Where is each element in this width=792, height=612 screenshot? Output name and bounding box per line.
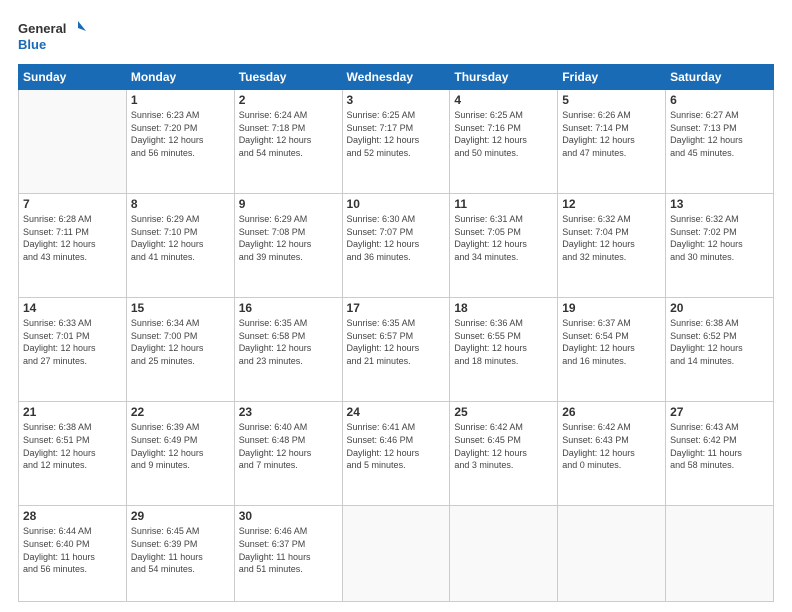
calendar-day: 17Sunrise: 6:35 AM Sunset: 6:57 PM Dayli… <box>342 298 450 402</box>
calendar-day: 2Sunrise: 6:24 AM Sunset: 7:18 PM Daylig… <box>234 90 342 194</box>
calendar-day: 10Sunrise: 6:30 AM Sunset: 7:07 PM Dayli… <box>342 194 450 298</box>
calendar-day: 24Sunrise: 6:41 AM Sunset: 6:46 PM Dayli… <box>342 402 450 506</box>
svg-text:General: General <box>18 21 66 36</box>
weekday-header: Friday <box>558 65 666 90</box>
empty-day <box>19 90 127 194</box>
weekday-header: Sunday <box>19 65 127 90</box>
calendar-day: 28Sunrise: 6:44 AM Sunset: 6:40 PM Dayli… <box>19 506 127 602</box>
calendar-day: 30Sunrise: 6:46 AM Sunset: 6:37 PM Dayli… <box>234 506 342 602</box>
calendar-day: 7Sunrise: 6:28 AM Sunset: 7:11 PM Daylig… <box>19 194 127 298</box>
svg-text:Blue: Blue <box>18 37 46 52</box>
calendar-day: 20Sunrise: 6:38 AM Sunset: 6:52 PM Dayli… <box>666 298 774 402</box>
calendar-day: 14Sunrise: 6:33 AM Sunset: 7:01 PM Dayli… <box>19 298 127 402</box>
calendar-day: 5Sunrise: 6:26 AM Sunset: 7:14 PM Daylig… <box>558 90 666 194</box>
calendar-day: 21Sunrise: 6:38 AM Sunset: 6:51 PM Dayli… <box>19 402 127 506</box>
calendar-day: 18Sunrise: 6:36 AM Sunset: 6:55 PM Dayli… <box>450 298 558 402</box>
calendar-day: 15Sunrise: 6:34 AM Sunset: 7:00 PM Dayli… <box>126 298 234 402</box>
calendar-table: SundayMondayTuesdayWednesdayThursdayFrid… <box>18 64 774 602</box>
weekday-header: Wednesday <box>342 65 450 90</box>
calendar-day: 4Sunrise: 6:25 AM Sunset: 7:16 PM Daylig… <box>450 90 558 194</box>
calendar-day: 3Sunrise: 6:25 AM Sunset: 7:17 PM Daylig… <box>342 90 450 194</box>
calendar-day: 8Sunrise: 6:29 AM Sunset: 7:10 PM Daylig… <box>126 194 234 298</box>
weekday-header: Monday <box>126 65 234 90</box>
calendar-day: 19Sunrise: 6:37 AM Sunset: 6:54 PM Dayli… <box>558 298 666 402</box>
calendar-day: 16Sunrise: 6:35 AM Sunset: 6:58 PM Dayli… <box>234 298 342 402</box>
weekday-header: Saturday <box>666 65 774 90</box>
empty-day <box>666 506 774 602</box>
calendar-day: 9Sunrise: 6:29 AM Sunset: 7:08 PM Daylig… <box>234 194 342 298</box>
weekday-header: Thursday <box>450 65 558 90</box>
empty-day <box>342 506 450 602</box>
calendar-day: 26Sunrise: 6:42 AM Sunset: 6:43 PM Dayli… <box>558 402 666 506</box>
calendar-day: 12Sunrise: 6:32 AM Sunset: 7:04 PM Dayli… <box>558 194 666 298</box>
empty-day <box>558 506 666 602</box>
calendar-day: 22Sunrise: 6:39 AM Sunset: 6:49 PM Dayli… <box>126 402 234 506</box>
calendar-day: 25Sunrise: 6:42 AM Sunset: 6:45 PM Dayli… <box>450 402 558 506</box>
calendar-day: 6Sunrise: 6:27 AM Sunset: 7:13 PM Daylig… <box>666 90 774 194</box>
weekday-header: Tuesday <box>234 65 342 90</box>
empty-day <box>450 506 558 602</box>
logo: General Blue <box>18 16 88 56</box>
calendar-day: 29Sunrise: 6:45 AM Sunset: 6:39 PM Dayli… <box>126 506 234 602</box>
calendar-day: 1Sunrise: 6:23 AM Sunset: 7:20 PM Daylig… <box>126 90 234 194</box>
calendar-day: 11Sunrise: 6:31 AM Sunset: 7:05 PM Dayli… <box>450 194 558 298</box>
calendar-day: 13Sunrise: 6:32 AM Sunset: 7:02 PM Dayli… <box>666 194 774 298</box>
calendar-day: 23Sunrise: 6:40 AM Sunset: 6:48 PM Dayli… <box>234 402 342 506</box>
calendar-day: 27Sunrise: 6:43 AM Sunset: 6:42 PM Dayli… <box>666 402 774 506</box>
